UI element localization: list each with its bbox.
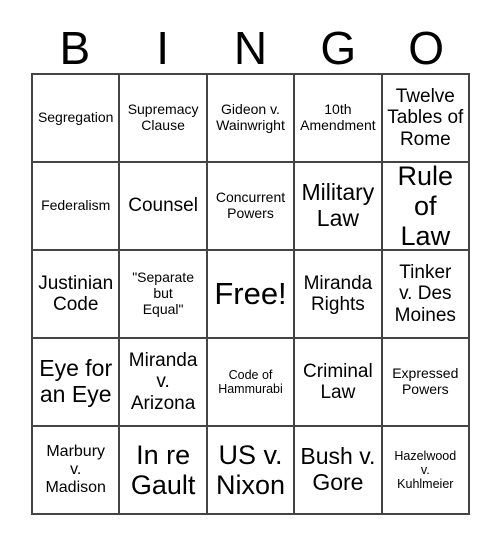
bingo-cell-label: Rule of Law (397, 163, 454, 251)
bingo-cell-label: Federalism (41, 197, 111, 214)
bingo-cell-label: Gideon v. Wainwright (216, 101, 285, 133)
bingo-cell-r2c1[interactable]: Federalism (33, 163, 121, 251)
bingo-cell-r5c5[interactable]: Hazelwood v. Kuhlmeier (382, 427, 470, 515)
bingo-cell-r1c2[interactable]: Supremacy Clause (120, 75, 208, 163)
bingo-header-letter-b: B (59, 22, 91, 74)
bingo-cell-r4c2[interactable]: Miranda v. Arizona (120, 339, 208, 427)
bingo-cell-label: US v. Nixon (215, 439, 285, 500)
bingo-cell-r1c1[interactable]: Segregation (33, 75, 121, 163)
bingo-cell-label: Criminal Law (303, 360, 373, 403)
bingo-grid: Segregation Supremacy Clause Gideon v. W… (31, 73, 470, 515)
bingo-cell-r2c2[interactable]: Counsel (120, 163, 208, 251)
bingo-cell-label: Miranda Rights (303, 272, 373, 315)
bingo-cell-r5c1[interactable]: Marbury v. Madison (33, 427, 121, 515)
bingo-header-letter-g: G (320, 22, 357, 74)
bingo-cell-label: Military Law (301, 179, 375, 231)
bingo-cell-r2c3[interactable]: Concurrent Powers (207, 163, 296, 251)
bingo-cell-r3c4[interactable]: Miranda Rights (295, 251, 383, 339)
bingo-cell-label: Twelve Tables of Rome (387, 86, 464, 150)
bingo-cell-label: Eye for an Eye (39, 355, 113, 407)
bingo-cell-r1c3[interactable]: Gideon v. Wainwright (207, 75, 296, 163)
bingo-cell-r3c5[interactable]: Tinker v. Des Moines (382, 251, 470, 339)
bingo-cell-label: Free! (214, 275, 287, 311)
bingo-cell-r4c3[interactable]: Code of Hammurabi (207, 339, 296, 427)
bingo-cell-label: Justinian Code (38, 272, 114, 315)
bingo-header-letter-o: O (408, 22, 444, 74)
bingo-cell-label: Concurrent Powers (215, 189, 286, 221)
bingo-cell-label: Hazelwood v. Kuhlmeier (394, 449, 457, 491)
bingo-cell-r2c5[interactable]: Rule of Law (382, 163, 470, 251)
bingo-cell-r3c2[interactable]: "Separate but Equal" (120, 251, 208, 339)
bingo-cell-label: Tinker v. Des Moines (394, 262, 456, 326)
bingo-cell-r4c5[interactable]: Expressed Powers (382, 339, 470, 427)
bingo-cell-r2c4[interactable]: Military Law (295, 163, 383, 251)
bingo-cell-r1c5[interactable]: Twelve Tables of Rome (382, 75, 470, 163)
bingo-cell-r4c1[interactable]: Eye for an Eye (33, 339, 121, 427)
bingo-cell-label: In re Gault (130, 439, 196, 500)
bingo-cell-free-space[interactable]: Free! (207, 251, 296, 339)
bingo-cell-r5c3[interactable]: US v. Nixon (207, 427, 296, 515)
bingo-card: B I N G O Segregation Supremacy Clause G… (0, 0, 500, 544)
bingo-cell-r4c4[interactable]: Criminal Law (295, 339, 383, 427)
bingo-cell-label: Marbury v. Madison (45, 443, 106, 496)
bingo-cell-label: Miranda v. Arizona (128, 350, 198, 414)
bingo-cell-r5c2[interactable]: In re Gault (120, 427, 208, 515)
bingo-header-letter-i: I (156, 22, 170, 74)
bingo-cell-label: "Separate but Equal" (132, 269, 194, 317)
bingo-cell-label: Bush v. Gore (300, 443, 376, 495)
bingo-cell-label: Expressed Powers (392, 365, 459, 397)
bingo-cell-r3c1[interactable]: Justinian Code (33, 251, 121, 339)
bingo-cell-label: Code of Hammurabi (218, 368, 283, 396)
bingo-cell-r5c4[interactable]: Bush v. Gore (295, 427, 383, 515)
bingo-cell-label: Counsel (128, 195, 198, 217)
bingo-cell-label: Segregation (37, 109, 114, 126)
bingo-cell-r1c4[interactable]: 10th Amendment (295, 75, 383, 163)
bingo-cell-label: 10th Amendment (300, 101, 376, 133)
bingo-cell-label: Supremacy Clause (127, 101, 199, 133)
bingo-header-letter-n: N (233, 22, 268, 74)
bingo-header-row: B I N G O (31, 14, 470, 73)
